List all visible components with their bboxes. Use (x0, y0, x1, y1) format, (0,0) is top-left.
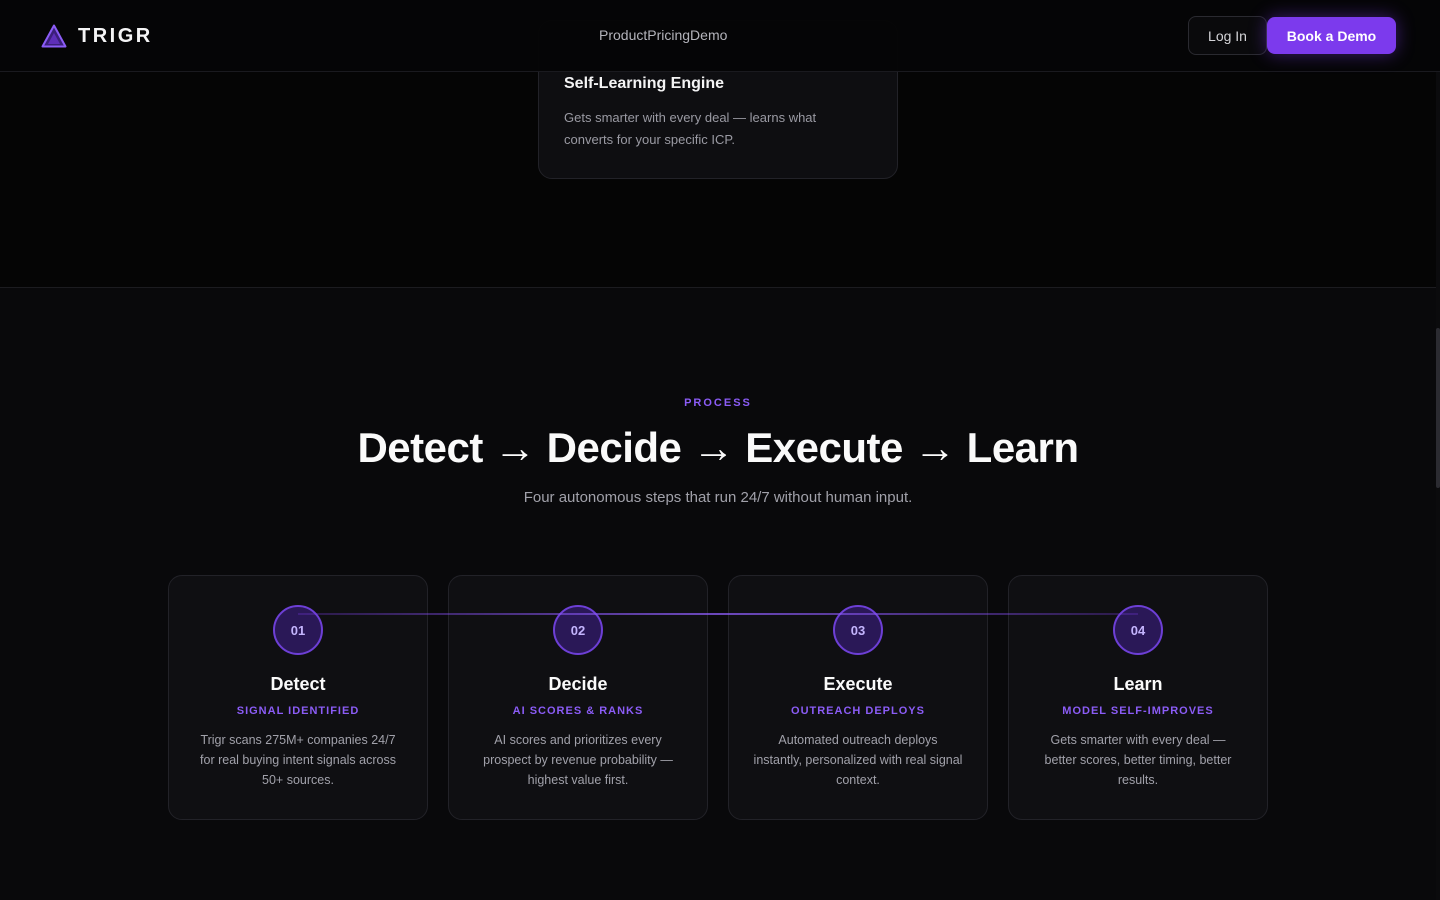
nav-link-product[interactable]: Product (599, 27, 647, 43)
step-title: Execute (823, 674, 893, 694)
step-card-execute: 03 Execute OUTREACH DEPLOYS Automated ou… (728, 575, 988, 820)
step-description: Trigr scans 275M+ companies 24/7 for rea… (200, 733, 396, 787)
brand-logo[interactable]: TRIGR (41, 23, 153, 49)
triangle-logo-icon (41, 24, 67, 48)
feature-title: Self-Learning Engine (564, 75, 725, 92)
step-title: Learn (1113, 674, 1163, 694)
step-tag: AI SCORES & RANKS (512, 705, 644, 717)
step-title: Decide (548, 674, 608, 694)
step-card-detect: 01 Detect SIGNAL IDENTIFIED Trigr scans … (168, 575, 428, 820)
section-title: Detect → Decide → Execute → Learn (357, 424, 1079, 471)
section-eyebrow: PROCESS (684, 397, 752, 409)
step-tag: OUTREACH DEPLOYS (791, 705, 925, 717)
feature-description: Gets smarter with every deal — learns wh… (564, 110, 817, 147)
step-card-learn: 04 Learn MODEL SELF-IMPROVES Gets smarte… (1008, 575, 1268, 820)
step-description: Gets smarter with every deal — better sc… (1044, 733, 1232, 787)
step-tag: SIGNAL IDENTIFIED (236, 705, 360, 717)
login-button[interactable]: Log In (1188, 16, 1267, 55)
nav-link-pricing[interactable]: Pricing (647, 27, 690, 43)
section-subtitle: Four autonomous steps that run 24/7 with… (523, 489, 913, 506)
step-tag: MODEL SELF-IMPROVES (1062, 705, 1214, 717)
step-title: Detect (270, 674, 326, 694)
nav-links: Product Pricing Demo (599, 27, 727, 43)
steps-connector-line (298, 613, 1138, 615)
step-description: AI scores and prioritizes every prospect… (483, 733, 673, 787)
top-navbar: TRIGR Product Pricing Demo Log In Book a D… (0, 0, 1440, 72)
book-demo-button[interactable]: Book a Demo (1267, 17, 1396, 54)
step-card-decide: 02 Decide AI SCORES & RANKS AI scores an… (448, 575, 708, 820)
nav-link-demo[interactable]: Demo (690, 27, 727, 43)
step-description: Automated outreach deploys instantly, pe… (753, 733, 963, 787)
brand-name: TRIGR (78, 24, 153, 47)
scrollbar-thumb[interactable] (1436, 328, 1440, 488)
